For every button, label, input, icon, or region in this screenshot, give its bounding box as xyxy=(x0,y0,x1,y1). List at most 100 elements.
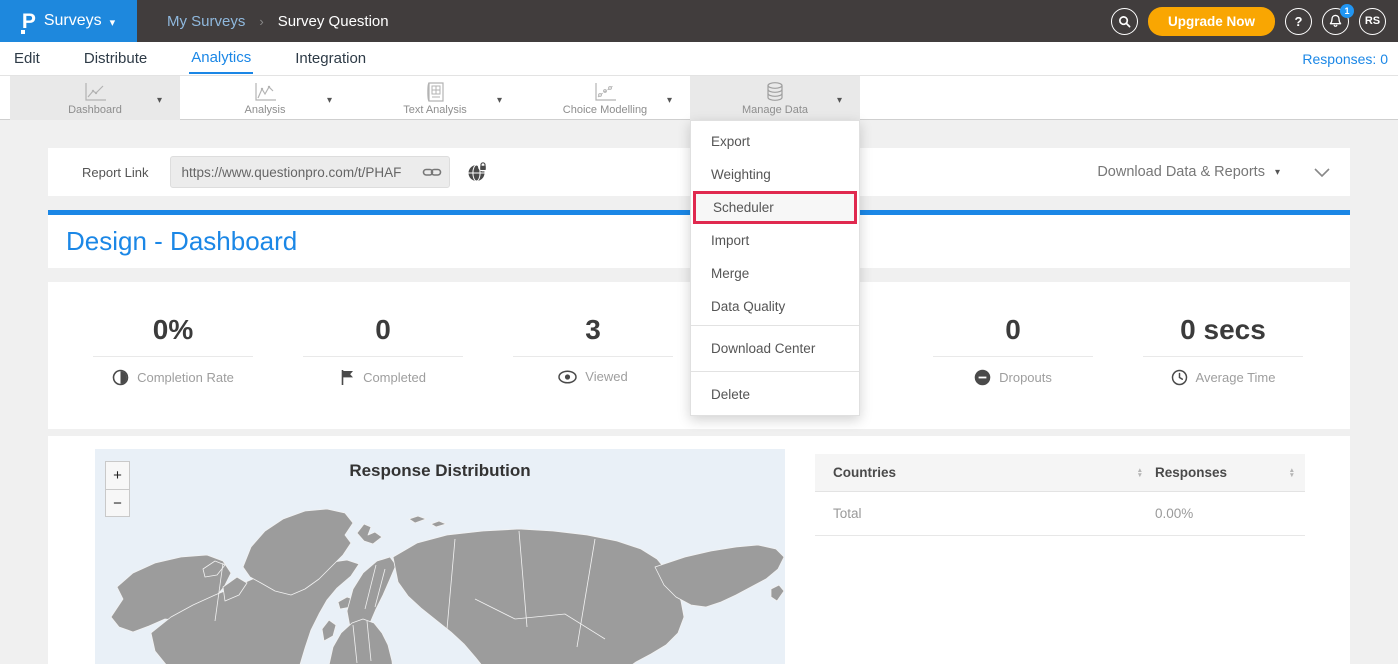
map-zoom-controls: + − xyxy=(105,461,130,517)
stat-label: Dropouts xyxy=(999,370,1052,385)
menu-item-download-center[interactable]: Download Center xyxy=(691,328,859,369)
stat-viewed: 3 Viewed xyxy=(488,314,698,429)
breadcrumb-separator-icon: › xyxy=(259,14,263,29)
menu-item-merge[interactable]: Merge xyxy=(691,257,859,290)
collapse-bar-button[interactable] xyxy=(1314,168,1330,177)
world-map[interactable] xyxy=(95,449,785,664)
search-icon xyxy=(1118,15,1131,28)
chevron-down-icon[interactable]: ▾ xyxy=(327,95,332,106)
map-title: Response Distribution xyxy=(95,449,785,481)
map-zoom-in-button[interactable]: + xyxy=(105,461,130,489)
total-responses-cell: 0.00% xyxy=(1155,506,1305,521)
bell-icon xyxy=(1329,14,1342,28)
distribution-section: + − Response Distribution Countries ▲▼ R… xyxy=(48,436,1350,664)
sort-icon[interactable]: ▲▼ xyxy=(1137,468,1143,478)
download-data-reports-dropdown[interactable]: Download Data & Reports ▾ xyxy=(1097,164,1280,180)
stat-label: Completed xyxy=(363,370,426,385)
menu-item-data-quality[interactable]: Data Quality xyxy=(691,290,859,323)
manage-data-dropdown-menu: Export Weighting Scheduler Import Merge … xyxy=(690,120,860,416)
chevron-down-icon[interactable]: ▾ xyxy=(497,95,502,106)
analytics-toolbar: Dashboard ▾ Analysis ▾ xyxy=(0,76,1398,120)
toolbar-text-analysis-button[interactable]: Text Analysis ▾ xyxy=(350,76,520,120)
sort-icon[interactable]: ▲▼ xyxy=(1289,468,1295,478)
completion-rate-icon xyxy=(112,369,129,386)
tab-edit[interactable]: Edit xyxy=(12,44,42,73)
chevron-down-icon: ▾ xyxy=(110,16,116,29)
clock-icon xyxy=(1171,369,1188,386)
upgrade-now-button[interactable]: Upgrade Now xyxy=(1148,7,1275,36)
chevron-down-icon[interactable]: ▾ xyxy=(837,95,842,106)
stat-value: 0 xyxy=(375,314,391,346)
stat-value: 0% xyxy=(153,314,193,346)
toolbar-choice-modelling-button[interactable]: Choice Modelling ▾ xyxy=(520,76,690,120)
line-chart-icon xyxy=(82,81,108,103)
link-icon[interactable] xyxy=(422,163,442,181)
help-button[interactable]: ? xyxy=(1285,8,1312,35)
stat-label: Completion Rate xyxy=(137,370,234,385)
avatar[interactable]: RS xyxy=(1359,8,1386,35)
eye-icon xyxy=(558,370,577,384)
stat-label: Average Time xyxy=(1196,370,1276,385)
toolbar-analysis-button[interactable]: Analysis ▾ xyxy=(180,76,350,120)
report-link-input[interactable] xyxy=(170,156,450,188)
toolbar-manage-data-button[interactable]: Manage Data ▾ xyxy=(690,76,860,120)
menu-item-export[interactable]: Export xyxy=(691,121,859,158)
notifications-button[interactable]: 1 xyxy=(1322,8,1349,35)
stat-value: 3 xyxy=(585,314,601,346)
stat-divider xyxy=(1143,356,1303,357)
menu-item-delete[interactable]: Delete xyxy=(691,374,859,415)
toolbar-choice-modelling-label: Choice Modelling xyxy=(563,104,647,116)
table-row: Total 0.00% xyxy=(815,492,1305,536)
breadcrumb: My Surveys › Survey Question xyxy=(167,13,389,30)
column-header-responses: Responses xyxy=(1155,465,1227,480)
map-zoom-out-button[interactable]: − xyxy=(105,489,130,517)
questionpro-logo-icon: P xyxy=(22,11,36,32)
toolbar-text-analysis-label: Text Analysis xyxy=(403,104,467,116)
globe-lock-icon[interactable] xyxy=(466,161,490,183)
menu-divider xyxy=(691,371,859,372)
chevron-down-icon xyxy=(1314,168,1330,177)
stat-divider xyxy=(513,356,673,357)
stat-completed: 0 Completed xyxy=(278,314,488,429)
total-cell: Total xyxy=(833,506,1155,521)
section-tabs: Edit Distribute Analytics Integration Re… xyxy=(0,42,1398,76)
menu-item-weighting[interactable]: Weighting xyxy=(691,158,859,191)
stat-value: 0 xyxy=(1005,314,1021,346)
response-distribution-map[interactable]: + − Response Distribution xyxy=(95,449,785,664)
choice-modelling-icon xyxy=(592,81,618,103)
analysis-chart-icon xyxy=(252,81,278,103)
search-button[interactable] xyxy=(1111,8,1138,35)
menu-item-scheduler[interactable]: Scheduler xyxy=(693,191,857,224)
chevron-down-icon: ▾ xyxy=(1275,167,1280,178)
flag-icon xyxy=(340,369,355,386)
stat-average-time: 0 secs Average Time xyxy=(1118,314,1328,429)
menu-divider xyxy=(691,325,859,326)
download-data-reports-label: Download Data & Reports xyxy=(1097,164,1265,180)
tab-analytics[interactable]: Analytics xyxy=(189,43,253,74)
menu-item-import[interactable]: Import xyxy=(691,224,859,257)
chevron-down-icon[interactable]: ▾ xyxy=(157,95,162,106)
page-title: Design - Dashboard xyxy=(66,226,297,257)
tab-integration[interactable]: Integration xyxy=(293,44,368,73)
avatar-initials: RS xyxy=(1365,15,1380,27)
product-name: Surveys xyxy=(44,12,102,30)
stat-label: Viewed xyxy=(585,369,627,384)
stat-dropouts: 0 Dropouts xyxy=(908,314,1118,429)
minus-circle-icon xyxy=(974,369,991,386)
tab-distribute[interactable]: Distribute xyxy=(82,44,149,73)
toolbar-dashboard-label: Dashboard xyxy=(68,104,122,116)
surveys-product-menu[interactable]: P Surveys ▾ xyxy=(0,0,137,42)
header-actions: Upgrade Now ? 1 RS xyxy=(1111,0,1386,42)
text-document-icon xyxy=(424,81,446,103)
database-icon xyxy=(763,81,787,103)
stat-divider xyxy=(93,356,253,357)
breadcrumb-my-surveys[interactable]: My Surveys xyxy=(167,13,245,30)
toolbar-analysis-label: Analysis xyxy=(245,104,286,116)
stat-value: 0 secs xyxy=(1180,314,1266,346)
countries-table: Countries ▲▼ Responses ▲▼ Total 0.00% xyxy=(815,454,1305,536)
toolbar-dashboard-button[interactable]: Dashboard ▾ xyxy=(10,76,180,120)
table-header-row: Countries ▲▼ Responses ▲▼ xyxy=(815,454,1305,492)
top-header: P Surveys ▾ My Surveys › Survey Question… xyxy=(0,0,1398,42)
chevron-down-icon[interactable]: ▾ xyxy=(667,95,672,106)
report-link-label: Report Link xyxy=(82,165,148,180)
